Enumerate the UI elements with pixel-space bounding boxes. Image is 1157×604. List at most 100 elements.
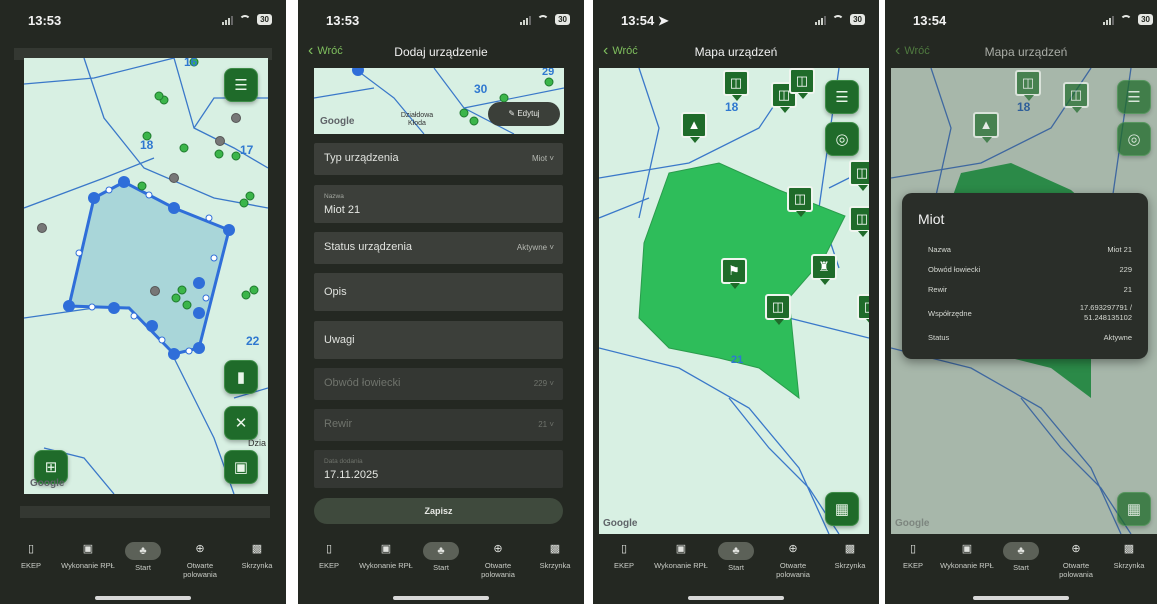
date-added-field: Data dodania 17.11.2025: [314, 450, 563, 488]
name-field[interactable]: Nazwa Miot 21: [314, 185, 563, 223]
phone-screen-device-map: 13:54 ➤ 30 ‹ Wróć Mapa urządzeń ◫ ◫ ◫ ▲ ◫…: [593, 0, 879, 604]
hunting-stand-marker[interactable]: ◫: [789, 68, 815, 99]
chevron-down-icon: ˅: [549, 379, 554, 388]
status-icons: 30: [815, 14, 865, 25]
map-view[interactable]: 16 18 17 22 Dzia ☰ ▮ ✕ ▣ ⊞ Google: [24, 58, 268, 494]
tab-ekep[interactable]: ▯ EKEP: [301, 542, 357, 570]
layers-icon: ☰: [835, 89, 849, 106]
map-label-29: 29: [542, 68, 555, 78]
crosshair-icon: ⊕: [1071, 543, 1081, 555]
nav-bar: ‹ Wróć Mapa urządzeń: [885, 40, 1157, 66]
tab-skrzynka[interactable]: ▩ Skrzynka: [1101, 542, 1157, 570]
info-card-title: Miot: [918, 211, 945, 227]
page-title: Mapa urządzeń: [984, 45, 1068, 59]
tab-wykonanie[interactable]: ▣ Wykonanie RPŁ: [653, 542, 709, 570]
feeder-marker[interactable]: ▲: [681, 112, 707, 143]
inbox-icon: ▩: [251, 543, 263, 555]
map-label-17: 17: [240, 143, 254, 157]
status-bar: 13:54 ➤ 30: [593, 0, 879, 40]
hunting-stand-marker[interactable]: ◫: [765, 294, 791, 325]
tab-otwarte[interactable]: ⊕ Otwarte polowania: [1048, 542, 1104, 579]
tree-icon: ♣: [125, 542, 161, 560]
hunting-stand-marker[interactable]: ◫: [1015, 70, 1041, 101]
add-square-icon: ⊞: [44, 459, 58, 476]
phone-screen-device-info: 13:54 30 ‹ Wróć Mapa urządzeń ◫ ◫ ▲ 18 ☰ …: [885, 0, 1157, 604]
device-status-select[interactable]: Status urządzenia Aktywne ˅: [314, 232, 563, 264]
hunting-stand-marker[interactable]: ◫: [849, 160, 869, 191]
device-type-select[interactable]: Typ urządzenia Miot ˅: [314, 143, 563, 175]
hunting-stand-marker[interactable]: ◫: [1063, 82, 1089, 113]
map-icon: ▦: [834, 501, 850, 518]
save-polygon-button[interactable]: ▣: [224, 450, 258, 484]
tab-wykonanie[interactable]: ▣ Wykonanie RPŁ: [358, 542, 414, 570]
tab-ekep[interactable]: ▯ EKEP: [885, 542, 941, 570]
device-map[interactable]: ◫ ◫ ◫ ▲ ◫ ◫ ◫ ⚑ ♜ ◫ ◫ 18 21 ☰ ◎ ▦ Google: [599, 68, 869, 534]
layers-icon: ☰: [234, 77, 248, 94]
location-arrow-icon: ➤: [657, 13, 669, 28]
hunting-stand-marker[interactable]: ◫: [787, 186, 813, 217]
map-label-22: 22: [246, 334, 260, 348]
status-bar: 13:54 30: [885, 0, 1157, 40]
document-icon: ▯: [909, 543, 917, 555]
tab-start[interactable]: ♣ Start: [993, 542, 1049, 572]
tab-bar: ▯ EKEP ▣ Wykonanie RPŁ ♣ Start ⊕ Otwarte pol…: [298, 534, 584, 604]
tab-start[interactable]: ♣ Start: [708, 542, 764, 572]
feeder-marker[interactable]: ▲: [973, 112, 999, 143]
edit-button[interactable]: ✎ Edytuj: [488, 102, 560, 126]
map-mode-button[interactable]: ▦: [1117, 492, 1151, 526]
layers-icon: ☰: [1127, 89, 1141, 106]
locate-button[interactable]: ◎: [1117, 122, 1151, 156]
tab-skrzynka[interactable]: ▩ Skrzynka: [527, 542, 583, 570]
hunting-stand-marker[interactable]: ◫: [849, 206, 869, 237]
google-logo: Google: [895, 518, 930, 529]
home-indicator: [688, 596, 784, 600]
notes-field[interactable]: Uwagi: [314, 321, 563, 359]
battery-icon: 30: [257, 14, 272, 25]
hunting-stand-marker[interactable]: ◫: [857, 294, 869, 325]
status-bar: 13:53 30: [0, 0, 286, 40]
tab-otwarte[interactable]: ⊕ Otwarte polowania: [765, 542, 821, 579]
hunting-district-select: Obwód łowiecki 229 ˅: [314, 368, 563, 400]
document-icon: ▯: [620, 543, 628, 555]
save-button[interactable]: Zapisz: [314, 498, 563, 524]
locate-button[interactable]: ◎: [825, 122, 859, 156]
calendar-icon: ▣: [675, 543, 687, 555]
tab-wykonanie[interactable]: ▣ Wykonanie RPŁ: [939, 542, 995, 570]
tab-otwarte[interactable]: ⊕ Otwarte polowania: [470, 542, 526, 579]
tab-start[interactable]: ♣ Start: [115, 542, 171, 572]
tab-skrzynka[interactable]: ▩ Skrzynka: [822, 542, 878, 570]
crosshair-icon: ⊕: [493, 543, 503, 555]
map-label-21: 21: [731, 354, 744, 366]
tab-ekep[interactable]: ▯ EKEP: [3, 542, 59, 570]
rewir-select: Rewir 21 ˅: [314, 409, 563, 441]
tab-skrzynka[interactable]: ▩ Skrzynka: [229, 542, 285, 570]
tab-bar: ▯ EKEP ▣ Wykonanie RPŁ ♣ Start ⊕ Otwarte pol…: [593, 534, 879, 604]
delete-button[interactable]: ▮: [224, 360, 258, 394]
wifi-icon: [239, 15, 252, 24]
google-logo: Google: [30, 478, 65, 489]
tab-ekep[interactable]: ▯ EKEP: [596, 542, 652, 570]
description-field[interactable]: Opis: [314, 273, 563, 311]
hunting-stand-marker[interactable]: ◫: [723, 70, 749, 101]
layers-button[interactable]: ☰: [825, 80, 859, 114]
selected-device-marker[interactable]: ⚑: [721, 258, 747, 289]
status-bar: 13:53 30: [298, 0, 584, 40]
signal-icon: [815, 15, 827, 25]
map-label-16: 16: [184, 58, 198, 69]
page-title: Mapa urządzeń: [694, 45, 778, 59]
chevron-down-icon: ˅: [549, 243, 554, 252]
tab-otwarte[interactable]: ⊕ Otwarte polowania: [172, 542, 228, 579]
nav-bar: ‹ Wróć Mapa urządzeń: [593, 40, 879, 66]
map-preview[interactable]: 29 30 Działdowa Kłoda Google ✎ Edytuj: [314, 68, 564, 134]
pencil-icon: ✎: [508, 109, 516, 118]
layers-button[interactable]: ☰: [224, 68, 258, 102]
tab-start[interactable]: ♣ Start: [413, 542, 469, 572]
device-info-card: Miot Nazwa Miot 21 Obwód łowiecki 229 Re…: [902, 193, 1148, 359]
cancel-button[interactable]: ✕: [224, 406, 258, 440]
status-icons: 30: [520, 14, 570, 25]
tower-marker[interactable]: ♜: [811, 254, 837, 285]
status-icons: 30: [222, 14, 272, 25]
map-mode-button[interactable]: ▦: [825, 492, 859, 526]
layers-button[interactable]: ☰: [1117, 80, 1151, 114]
tab-wykonanie[interactable]: ▣ Wykonanie RPŁ: [60, 542, 116, 570]
